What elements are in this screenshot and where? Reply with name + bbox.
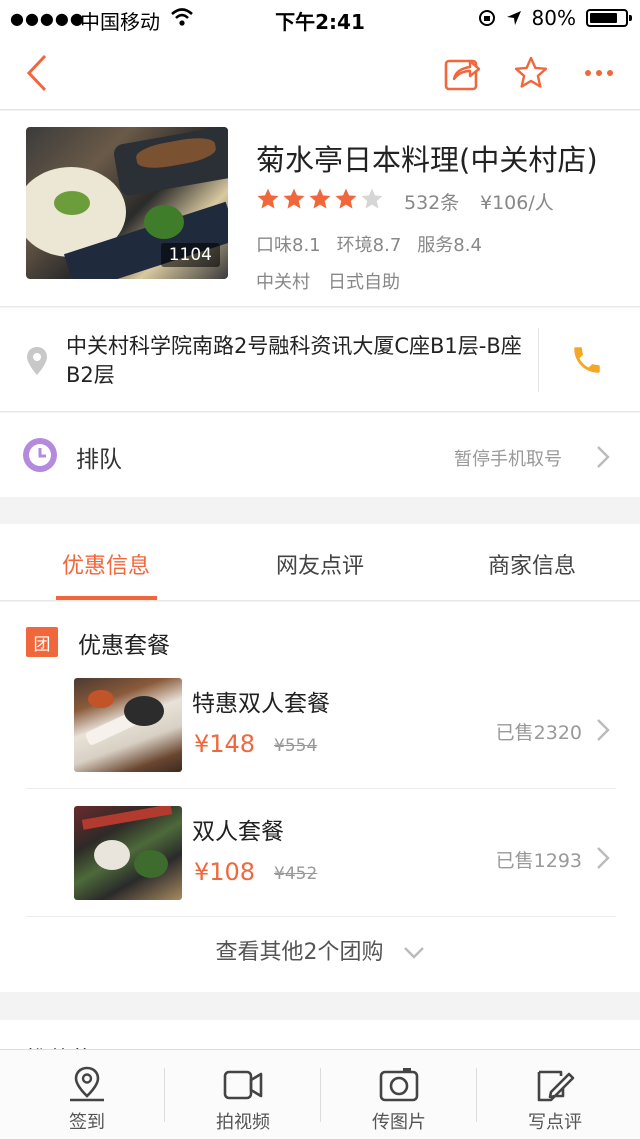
deal-item[interactable]: 特惠双人套餐 ¥148 ¥554 已售2320	[26, 674, 616, 798]
edit-review-icon	[537, 1070, 575, 1102]
tab-merchant-info[interactable]: 商家信息	[462, 548, 602, 580]
share-icon	[444, 59, 481, 91]
call-button[interactable]	[570, 342, 604, 382]
divider	[164, 1068, 165, 1122]
chevron-left-icon	[26, 54, 47, 92]
checkin-button[interactable]: 签到	[10, 1050, 164, 1139]
record-video-label: 拍视频	[216, 1112, 270, 1133]
phone-icon	[574, 347, 600, 373]
location-checkin-icon	[70, 1066, 104, 1102]
divider	[538, 328, 539, 392]
location-arrow-icon	[506, 11, 521, 25]
star-filled-icon	[309, 188, 331, 209]
deal-sold-count: 已售2320	[495, 722, 582, 744]
review-count: 532条	[404, 192, 460, 214]
score-environment: 环境8.7	[336, 235, 402, 256]
video-camera-icon	[223, 1070, 263, 1100]
more-deals-label: 查看其他2个团购	[215, 940, 384, 965]
status-right-group: 80%	[478, 6, 632, 30]
deal-name: 特惠双人套餐	[192, 691, 330, 717]
clock-icon	[23, 438, 57, 472]
upload-photo-button[interactable]: 传图片	[322, 1050, 476, 1139]
group-buy-badge: 团	[26, 627, 58, 657]
chevron-down-icon	[403, 947, 424, 959]
address-row[interactable]: 中关村科学院南路2号融科资讯大厦C座B1层-B座B2层	[0, 308, 640, 412]
upload-photo-label: 传图片	[372, 1112, 426, 1133]
location-pin-icon	[27, 347, 47, 375]
back-button[interactable]	[14, 50, 60, 96]
star-empty-icon	[361, 188, 383, 209]
favorite-button[interactable]	[508, 50, 554, 96]
sub-scores: 口味8.1 环境8.7 服务8.4	[256, 231, 482, 257]
deal-item[interactable]: 双人套餐 ¥108 ¥452 已售1293	[26, 802, 616, 926]
more-dots-icon	[585, 70, 613, 76]
write-review-label: 写点评	[528, 1112, 582, 1133]
tab-deals[interactable]: 优惠信息	[36, 548, 176, 580]
deal-original-price: ¥452	[274, 864, 318, 884]
nav-bar	[0, 36, 640, 110]
write-review-button[interactable]: 写点评	[478, 1050, 632, 1139]
deals-title: 优惠套餐	[78, 633, 170, 659]
deal-image	[74, 678, 182, 772]
status-bar: ●●●●● 中国移动 下午2:41 80%	[0, 0, 640, 36]
deal-price: ¥108	[194, 858, 256, 886]
divider	[320, 1068, 321, 1122]
divider	[26, 916, 616, 917]
queue-label: 排队	[76, 447, 122, 473]
star-filled-icon	[257, 188, 279, 209]
photo-camera-icon	[379, 1068, 419, 1102]
shop-tags: 中关村 日式自助	[256, 268, 400, 294]
star-outline-icon	[514, 56, 548, 88]
rotation-lock-icon	[478, 10, 495, 26]
queue-row[interactable]: 排队 暂停手机取号	[0, 413, 640, 497]
divider	[26, 788, 616, 789]
more-button[interactable]	[576, 50, 622, 96]
rating-stars	[256, 187, 384, 211]
score-service: 服务8.4	[417, 235, 482, 256]
share-button[interactable]	[440, 50, 486, 96]
photo-count: 1104	[160, 243, 220, 267]
score-taste: 口味8.1	[256, 235, 321, 256]
star-filled-icon	[335, 188, 357, 209]
deal-original-price: ¥554	[274, 736, 318, 756]
tag-area[interactable]: 中关村	[256, 268, 310, 294]
tab-reviews[interactable]: 网友点评	[250, 548, 390, 580]
bottom-action-bar: 签到 拍视频 传图片 写点评	[0, 1049, 640, 1139]
deals-section: 团 优惠套餐 特惠双人套餐 ¥148 ¥554 已售2320 双人套餐 ¥108…	[0, 602, 640, 992]
queue-status: 暂停手机取号	[454, 449, 562, 470]
record-video-button[interactable]: 拍视频	[166, 1050, 320, 1139]
checkin-label: 签到	[69, 1112, 105, 1133]
section-tabs: 优惠信息 网友点评 商家信息	[0, 524, 640, 601]
tag-category[interactable]: 日式自助	[328, 268, 400, 294]
divider	[476, 1068, 477, 1122]
star-filled-icon	[283, 188, 305, 209]
active-tab-indicator	[56, 596, 157, 600]
deal-sold-count: 已售1293	[495, 850, 582, 872]
more-deals-button[interactable]: 查看其他2个团购	[0, 934, 640, 966]
deal-name: 双人套餐	[192, 819, 284, 845]
chevron-right-icon	[597, 847, 610, 869]
shop-name: 菊水亭日本料理(中关村店)	[256, 143, 598, 177]
shop-header: 1104 菊水亭日本料理(中关村店) 532条 ¥106/人 口味8.1 环境8…	[0, 111, 640, 307]
chevron-right-icon	[597, 446, 610, 468]
battery-percent: 80%	[531, 6, 576, 30]
battery-icon	[586, 9, 632, 27]
chevron-right-icon	[597, 719, 610, 741]
deal-image	[74, 806, 182, 900]
deal-price: ¥148	[194, 730, 256, 758]
shop-photo[interactable]: 1104	[26, 127, 228, 279]
battery-level	[590, 13, 618, 23]
price-per-person: ¥106/人	[480, 192, 554, 214]
address-text: 中关村科学院南路2号融科资讯大厦C座B1层-B座B2层	[66, 334, 522, 387]
